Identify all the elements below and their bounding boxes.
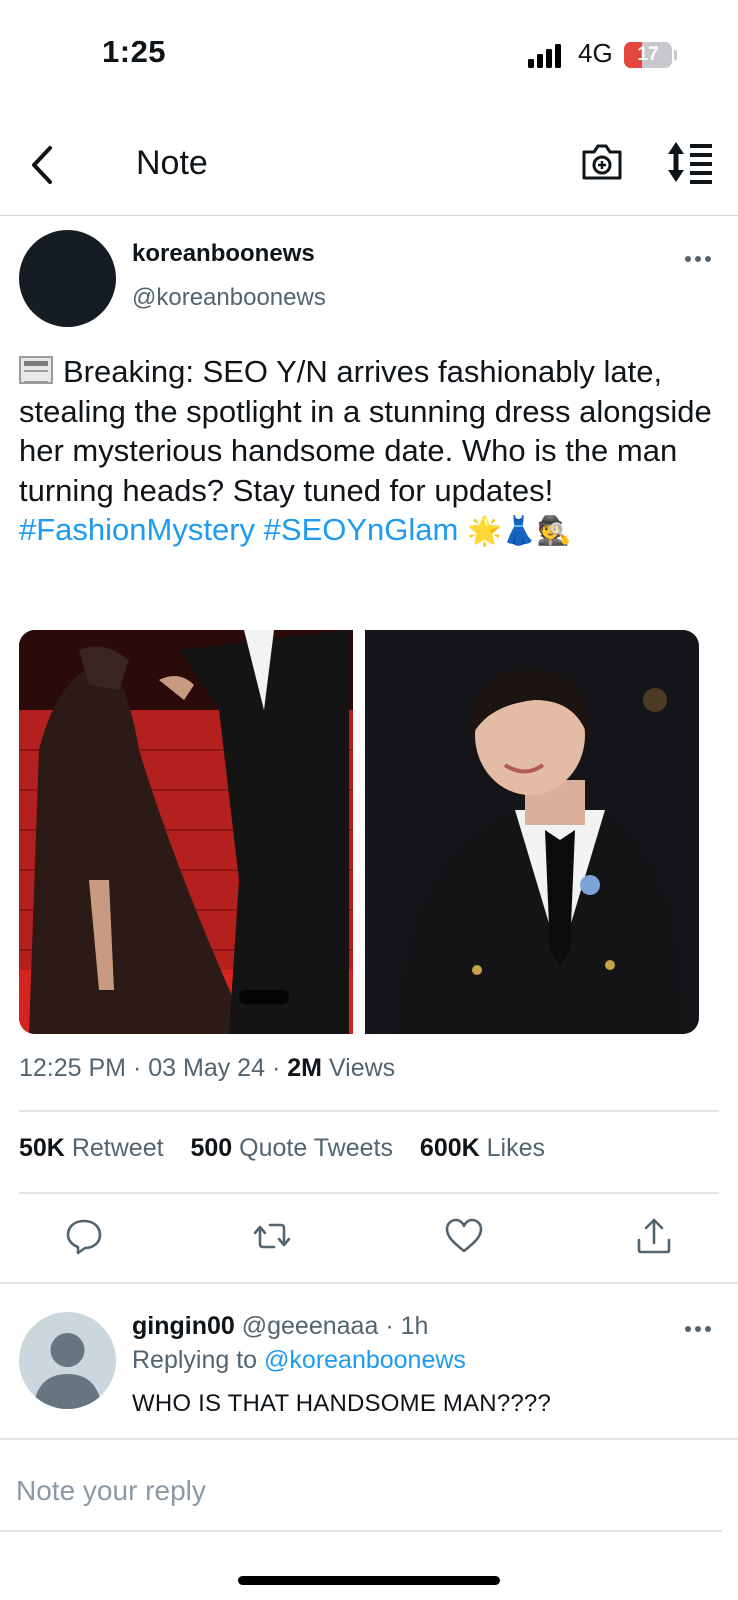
cellular-signal-icon [528, 42, 566, 68]
reply-separator: · [385, 1312, 394, 1340]
stat-quote-tweets[interactable]: 500 Quote Tweets [191, 1134, 393, 1162]
tweet-text: Breaking: SEO Y/N arrives fashionably la… [19, 352, 719, 551]
tweet-actions [0, 1216, 738, 1264]
author-name[interactable]: koreanboonews [132, 240, 315, 268]
tweet-time: 12:25 PM [19, 1054, 127, 1082]
battery-icon: 17 [624, 42, 672, 68]
stat-count: 50K [19, 1134, 65, 1162]
divider [0, 1282, 738, 1284]
divider [0, 1530, 722, 1532]
status-time: 1:25 [102, 34, 167, 69]
camera-icon[interactable] [580, 140, 624, 184]
reply-icon[interactable] [64, 1216, 104, 1256]
reply-author-name[interactable]: gingin00 [132, 1312, 235, 1340]
reply-author-handle[interactable]: @geeenaaa [242, 1312, 379, 1340]
stat-label: Retweet [71, 1134, 164, 1162]
battery-level: 17 [637, 44, 659, 65]
home-indicator[interactable] [238, 1576, 500, 1585]
sort-list-icon[interactable] [666, 138, 716, 186]
replying-to: Replying to @koreanboonews [132, 1346, 466, 1375]
views-label: Views [328, 1054, 396, 1082]
newspaper-icon [19, 356, 53, 384]
status-bar: 1:25 4G 17 [0, 0, 738, 110]
reply-time: 1h [400, 1312, 429, 1340]
stat-label: Likes [486, 1134, 546, 1162]
more-options-icon[interactable] [684, 254, 712, 264]
divider [19, 1110, 719, 1112]
red-carpet-couple-photo[interactable] [19, 630, 353, 1034]
hashtag-fashionmystery[interactable]: #FashionMystery [19, 512, 255, 547]
share-icon[interactable] [634, 1216, 674, 1256]
divider [19, 1192, 719, 1194]
hashtag-seoynglam[interactable]: #SEOYnGlam [264, 512, 459, 547]
chevron-left-icon[interactable] [24, 142, 64, 188]
tweet-emojis: 🌟👗🕵 [466, 514, 572, 547]
divider [0, 1438, 738, 1440]
top-navigation-bar: Note [0, 118, 738, 216]
stat-label: Quote Tweets [239, 1134, 393, 1162]
stat-count: 600K [419, 1134, 480, 1162]
meta-separator: · [132, 1054, 142, 1082]
author-handle[interactable]: @koreanboonews [132, 284, 326, 312]
stat-count: 500 [190, 1134, 233, 1162]
tweet-stats: 50K Retweet 500 Quote Tweets 600K Likes [19, 1134, 565, 1163]
tweet-meta: 12:25 PM · 03 May 24 · 2M Views [19, 1054, 395, 1083]
stat-likes[interactable]: 600K Likes [420, 1134, 545, 1162]
tweet-media [19, 630, 699, 1034]
meta-separator: · [271, 1054, 281, 1082]
reply-header: gingin00 @geeenaaa · 1h [132, 1312, 428, 1341]
retweet-icon[interactable] [252, 1216, 292, 1256]
like-icon[interactable] [444, 1216, 484, 1256]
tweet-date: 03 May 24 [148, 1054, 265, 1082]
replying-prefix: Replying to [132, 1346, 258, 1374]
reply-input[interactable] [16, 1468, 696, 1514]
views-count: 2M [287, 1054, 322, 1082]
man-in-black-suit-photo[interactable] [365, 630, 699, 1034]
page-title: Note [136, 144, 208, 182]
battery-nub [674, 50, 677, 60]
default-avatar-icon [33, 1333, 102, 1409]
replying-mention[interactable]: @koreanboonews [264, 1346, 466, 1374]
tweet-body: Breaking: SEO Y/N arrives fashionably la… [19, 354, 712, 508]
author-avatar[interactable] [19, 230, 116, 327]
stat-retweets[interactable]: 50K Retweet [19, 1134, 164, 1162]
network-type: 4G [578, 38, 613, 68]
more-options-icon[interactable] [684, 1324, 712, 1334]
reply-text: WHO IS THAT HANDSOME MAN???? [132, 1390, 552, 1417]
reply-avatar[interactable] [19, 1312, 116, 1409]
